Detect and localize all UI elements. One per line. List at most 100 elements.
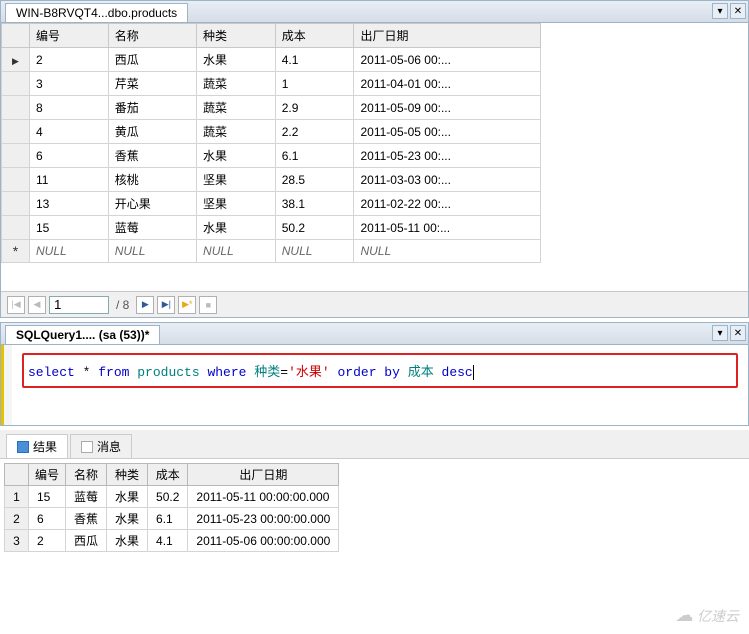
cell[interactable]: 黄瓜 — [108, 120, 196, 144]
table-row[interactable]: 3 芹菜 蔬菜 1 2011-04-01 00:... — [2, 72, 541, 96]
cell[interactable]: 13 — [30, 192, 109, 216]
grid-scroll-area[interactable]: 编号 名称 种类 成本 出厂日期 2 西瓜 水果 4.1 2011-05-06 … — [1, 23, 748, 291]
sql-tab[interactable]: SQLQuery1.... (sa (53))* — [5, 325, 160, 344]
table-row[interactable]: 8 番茄 蔬菜 2.9 2011-05-09 00:... — [2, 96, 541, 120]
table-row[interactable]: 6 香蕉 水果 6.1 2011-05-23 00:... — [2, 144, 541, 168]
cell[interactable]: 2011-05-09 00:... — [354, 96, 541, 120]
table-tab[interactable]: WIN-B8RVQT4...dbo.products — [5, 3, 188, 22]
table-row[interactable]: 15 蓝莓 水果 50.2 2011-05-11 00:... — [2, 216, 541, 240]
null-cell[interactable]: NULL — [354, 240, 541, 263]
cell[interactable]: 11 — [30, 168, 109, 192]
cell[interactable]: 4 — [30, 120, 109, 144]
new-row[interactable]: NULLNULLNULLNULLNULL — [2, 240, 541, 263]
cell[interactable]: 8 — [30, 96, 109, 120]
results-tab[interactable]: 结果 — [6, 434, 68, 458]
row-selector[interactable] — [2, 144, 30, 168]
rcell[interactable]: 6.1 — [148, 508, 188, 530]
rcell[interactable]: 水果 — [107, 486, 148, 508]
row-selector[interactable] — [2, 168, 30, 192]
col-kind[interactable]: 种类 — [197, 24, 276, 48]
null-cell[interactable]: NULL — [275, 240, 354, 263]
nav-last[interactable]: ▶| — [157, 296, 175, 314]
cell[interactable]: 蓝莓 — [108, 216, 196, 240]
result-row[interactable]: 3 2 西瓜 水果 4.1 2011-05-06 00:00:00.000 — [5, 530, 339, 552]
cell[interactable]: 2011-05-06 00:... — [354, 48, 541, 72]
nav-prev[interactable]: ◀ — [28, 296, 46, 314]
rcell[interactable]: 2011-05-06 00:00:00.000 — [188, 530, 339, 552]
tab-close[interactable]: ✕ — [730, 3, 746, 19]
tab-dropdown[interactable]: ▾ — [712, 3, 728, 19]
rcol-name[interactable]: 名称 — [66, 464, 107, 486]
null-cell[interactable]: NULL — [197, 240, 276, 263]
rcell[interactable]: 15 — [29, 486, 66, 508]
cell[interactable]: 2011-05-23 00:... — [354, 144, 541, 168]
cell[interactable]: 香蕉 — [108, 144, 196, 168]
cell[interactable]: 15 — [30, 216, 109, 240]
row-selector[interactable] — [2, 48, 30, 72]
col-id[interactable]: 编号 — [30, 24, 109, 48]
result-row-num[interactable]: 1 — [5, 486, 29, 508]
rcell[interactable]: 2011-05-23 00:00:00.000 — [188, 508, 339, 530]
row-selector[interactable] — [2, 120, 30, 144]
rcell[interactable]: 水果 — [107, 508, 148, 530]
sql-editor[interactable]: select * from products where 种类='水果' ord… — [22, 353, 738, 388]
nav-next[interactable]: ▶ — [136, 296, 154, 314]
rcol-date[interactable]: 出厂日期 — [188, 464, 339, 486]
cell[interactable]: 水果 — [197, 48, 276, 72]
cell[interactable]: 6.1 — [275, 144, 354, 168]
null-cell[interactable]: NULL — [30, 240, 109, 263]
cell[interactable]: 2011-02-22 00:... — [354, 192, 541, 216]
col-cost[interactable]: 成本 — [275, 24, 354, 48]
nav-first[interactable]: |◀ — [7, 296, 25, 314]
cell[interactable]: 开心果 — [108, 192, 196, 216]
table-row[interactable]: 11 核桃 坚果 28.5 2011-03-03 00:... — [2, 168, 541, 192]
row-selector[interactable] — [2, 72, 30, 96]
cell[interactable]: 蔬菜 — [197, 96, 276, 120]
nav-stop[interactable]: ■ — [199, 296, 217, 314]
rcell[interactable]: 蓝莓 — [66, 486, 107, 508]
rcell[interactable]: 4.1 — [148, 530, 188, 552]
rcell[interactable]: 2011-05-11 00:00:00.000 — [188, 486, 339, 508]
table-row[interactable]: 13 开心果 坚果 38.1 2011-02-22 00:... — [2, 192, 541, 216]
cell[interactable]: 6 — [30, 144, 109, 168]
cell[interactable]: 番茄 — [108, 96, 196, 120]
rcol-cost[interactable]: 成本 — [148, 464, 188, 486]
rcell[interactable]: 水果 — [107, 530, 148, 552]
cell[interactable]: 芹菜 — [108, 72, 196, 96]
rcell[interactable]: 2 — [29, 530, 66, 552]
cell[interactable]: 3 — [30, 72, 109, 96]
sql-tab-close[interactable]: ✕ — [730, 325, 746, 341]
cell[interactable]: 2.9 — [275, 96, 354, 120]
rcell[interactable]: 50.2 — [148, 486, 188, 508]
rcol-kind[interactable]: 种类 — [107, 464, 148, 486]
cell[interactable]: 4.1 — [275, 48, 354, 72]
table-row[interactable]: 4 黄瓜 蔬菜 2.2 2011-05-05 00:... — [2, 120, 541, 144]
result-row-num[interactable]: 3 — [5, 530, 29, 552]
result-row[interactable]: 1 15 蓝莓 水果 50.2 2011-05-11 00:00:00.000 — [5, 486, 339, 508]
cell[interactable]: 50.2 — [275, 216, 354, 240]
rcell[interactable]: 西瓜 — [66, 530, 107, 552]
cell[interactable]: 2011-03-03 00:... — [354, 168, 541, 192]
cell[interactable]: 坚果 — [197, 168, 276, 192]
row-selector[interactable] — [2, 192, 30, 216]
col-name[interactable]: 名称 — [108, 24, 196, 48]
cell[interactable]: 1 — [275, 72, 354, 96]
cell[interactable]: 2011-05-05 00:... — [354, 120, 541, 144]
row-selector[interactable] — [2, 96, 30, 120]
result-row[interactable]: 2 6 香蕉 水果 6.1 2011-05-23 00:00:00.000 — [5, 508, 339, 530]
rcell[interactable]: 香蕉 — [66, 508, 107, 530]
cell[interactable]: 2011-04-01 00:... — [354, 72, 541, 96]
col-date[interactable]: 出厂日期 — [354, 24, 541, 48]
cell[interactable]: 2.2 — [275, 120, 354, 144]
rcell[interactable]: 6 — [29, 508, 66, 530]
rcol-id[interactable]: 编号 — [29, 464, 66, 486]
cell[interactable]: 蔬菜 — [197, 120, 276, 144]
result-row-num[interactable]: 2 — [5, 508, 29, 530]
cell[interactable]: 2011-05-11 00:... — [354, 216, 541, 240]
new-row-selector[interactable] — [2, 240, 30, 263]
cell[interactable]: 28.5 — [275, 168, 354, 192]
sql-tab-dropdown[interactable]: ▾ — [712, 325, 728, 341]
cell[interactable]: 坚果 — [197, 192, 276, 216]
cell[interactable]: 38.1 — [275, 192, 354, 216]
nav-new[interactable]: ▶* — [178, 296, 196, 314]
